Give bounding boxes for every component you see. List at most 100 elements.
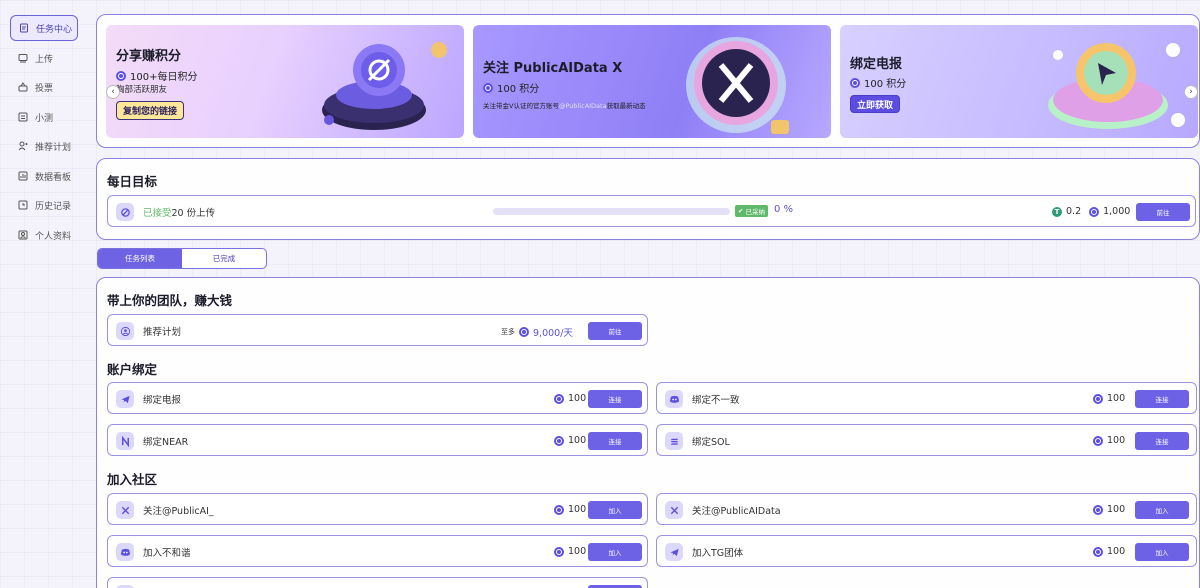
points-icon: [1093, 546, 1103, 557]
connect-button[interactable]: 连接: [1135, 390, 1189, 408]
x-icon: [116, 501, 134, 519]
section-title: 加入社区: [107, 472, 158, 487]
banner-points: 100 积分: [850, 75, 906, 90]
copy-link-button[interactable]: 复制您的链接: [116, 101, 185, 120]
sidebar-item-dashboard[interactable]: 数据看板: [10, 163, 78, 189]
bind-telegram-card: 绑定电报 100 连接: [107, 382, 648, 414]
points-icon: [116, 70, 126, 81]
banner-bind-telegram[interactable]: 绑定电报 100 积分 立即获取 ›: [840, 25, 1198, 138]
upload-task-icon: [116, 203, 134, 221]
join-discord-card: 加入不和谐 100 加入: [107, 535, 648, 567]
task-label: 绑定NEAR: [143, 437, 189, 448]
join-button[interactable]: 加入: [588, 501, 642, 519]
x-logo-illustration: [686, 37, 789, 134]
go-button[interactable]: 前往: [588, 322, 642, 340]
tasks-panel: 带上你的团队，赚大钱 推荐计划 至多 9,000/天 前往 账户绑定 绑定电报 …: [96, 277, 1200, 588]
progress-percent: 0 %: [774, 204, 794, 215]
task-reward: 100: [554, 393, 586, 404]
daily-goals-panel: 每日目标 已接受20 份上传 ✔ 已采纳 0 % T 0.2 1,000 前往: [96, 158, 1200, 240]
points-icon: [850, 77, 860, 88]
sidebar: 任务中心 上传 投票 小测 推荐计划 数据看板 历史记录 个人资料: [0, 0, 88, 588]
vote-icon: [18, 82, 28, 92]
points-icon: [519, 327, 529, 337]
task-reward: 至多 9,000/天: [501, 327, 573, 339]
points-icon: [1089, 206, 1100, 217]
task-label: 加入TG团体: [692, 548, 744, 559]
connect-button[interactable]: 连接: [588, 432, 642, 450]
sidebar-item-label: 数据看板: [35, 172, 72, 183]
follow-publicaidata-card: 关注@PublicAIData 100 加入: [656, 493, 1197, 525]
tab-task-list[interactable]: 任务列表: [98, 249, 182, 268]
task-card-partial: [107, 577, 648, 588]
task-label: 加入不和谐: [143, 548, 191, 559]
progress-bar: [493, 208, 730, 215]
banner-title: 关注 PublicAIData X: [483, 61, 623, 76]
sidebar-item-label: 任务中心: [36, 24, 73, 35]
tab-completed[interactable]: 已完成: [182, 249, 266, 268]
task-reward: 100: [1093, 504, 1125, 515]
sidebar-item-task-center[interactable]: 任务中心: [10, 15, 78, 41]
sidebar-item-label: 小测: [35, 113, 54, 124]
task-reward: 100: [1093, 546, 1125, 557]
sidebar-item-label: 投票: [35, 83, 54, 94]
daily-task-label: 已接受20 份上传: [143, 208, 216, 219]
carousel-next-button[interactable]: ›: [1184, 85, 1198, 99]
connect-button[interactable]: 连接: [1135, 432, 1189, 450]
section-title: 账户绑定: [107, 362, 158, 377]
task-reward: 100: [554, 504, 586, 515]
task-reward: 100: [1093, 435, 1125, 446]
referral-task-card: 推荐计划 至多 9,000/天 前往: [107, 314, 648, 346]
section-title: 每日目标: [107, 174, 158, 189]
carousel-prev-button[interactable]: ‹: [106, 85, 120, 99]
points-icon: [1093, 435, 1103, 446]
status-badge: ✔ 已采纳: [735, 205, 768, 217]
task-tabs: 任务列表 已完成: [97, 248, 267, 269]
sidebar-item-upload[interactable]: 上传: [10, 45, 78, 71]
task-label: 绑定不一致: [692, 395, 740, 406]
solana-icon: [665, 432, 683, 450]
task-label: 绑定电报: [143, 395, 182, 406]
dashboard-icon: [18, 171, 28, 181]
banner-points: 100 积分: [483, 80, 539, 95]
connect-button[interactable]: 连接: [588, 390, 642, 408]
join-button[interactable]: 加入: [1135, 501, 1189, 519]
daily-task-card: 已接受20 份上传 ✔ 已采纳 0 % T 0.2 1,000 前往: [107, 195, 1196, 227]
profile-icon: [18, 230, 28, 240]
sidebar-item-profile[interactable]: 个人资料: [10, 222, 78, 248]
task-reward: 100: [1093, 393, 1125, 404]
discord-icon: [116, 543, 134, 561]
points-icon: [1093, 393, 1103, 404]
task-label: 绑定SOL: [692, 437, 730, 448]
task-reward: 100: [554, 546, 586, 557]
join-button[interactable]: 加入: [1135, 543, 1189, 561]
sidebar-item-label: 历史记录: [35, 201, 72, 212]
sidebar-item-history[interactable]: 历史记录: [10, 192, 78, 218]
points-icon: [1093, 504, 1103, 515]
sidebar-item-quiz[interactable]: 小测: [10, 104, 78, 130]
task-reward: 100: [554, 435, 586, 446]
referral-icon: [116, 322, 134, 340]
points-icon: [554, 393, 564, 404]
bind-sol-card: 绑定SOL 100 连接: [656, 424, 1197, 456]
daily-reward: T 0.2 1,000: [1052, 206, 1130, 217]
token-icon: T: [1052, 206, 1062, 217]
telegram-icon: [665, 543, 683, 561]
quiz-icon: [18, 112, 28, 122]
banner-subtitle: 胸部活跃朋友: [116, 85, 168, 95]
upload-icon: [18, 53, 28, 63]
go-button[interactable]: 前往: [1136, 203, 1190, 221]
join-button[interactable]: 加入: [588, 543, 642, 561]
banner-follow-x[interactable]: 关注 PublicAIData X 100 积分 关注带金V认证的官方账号@Pu…: [473, 25, 831, 138]
get-now-button[interactable]: 立即获取: [850, 95, 901, 113]
referral-icon: [18, 141, 28, 151]
sidebar-item-label: 个人资料: [35, 231, 72, 242]
points-icon: [483, 82, 493, 93]
banner-share[interactable]: 分享赚积分 100+每日积分 胸部活跃朋友 复制您的链接 ‹: [106, 25, 464, 138]
bind-discord-card: 绑定不一致 100 连接: [656, 382, 1197, 414]
points-icon: [554, 546, 564, 557]
join-tg-group-card: 加入TG团体 100 加入: [656, 535, 1197, 567]
sidebar-item-vote[interactable]: 投票: [10, 74, 78, 100]
sidebar-item-referral[interactable]: 推荐计划: [10, 133, 78, 159]
points-icon: [554, 504, 564, 515]
near-icon: [116, 432, 134, 450]
